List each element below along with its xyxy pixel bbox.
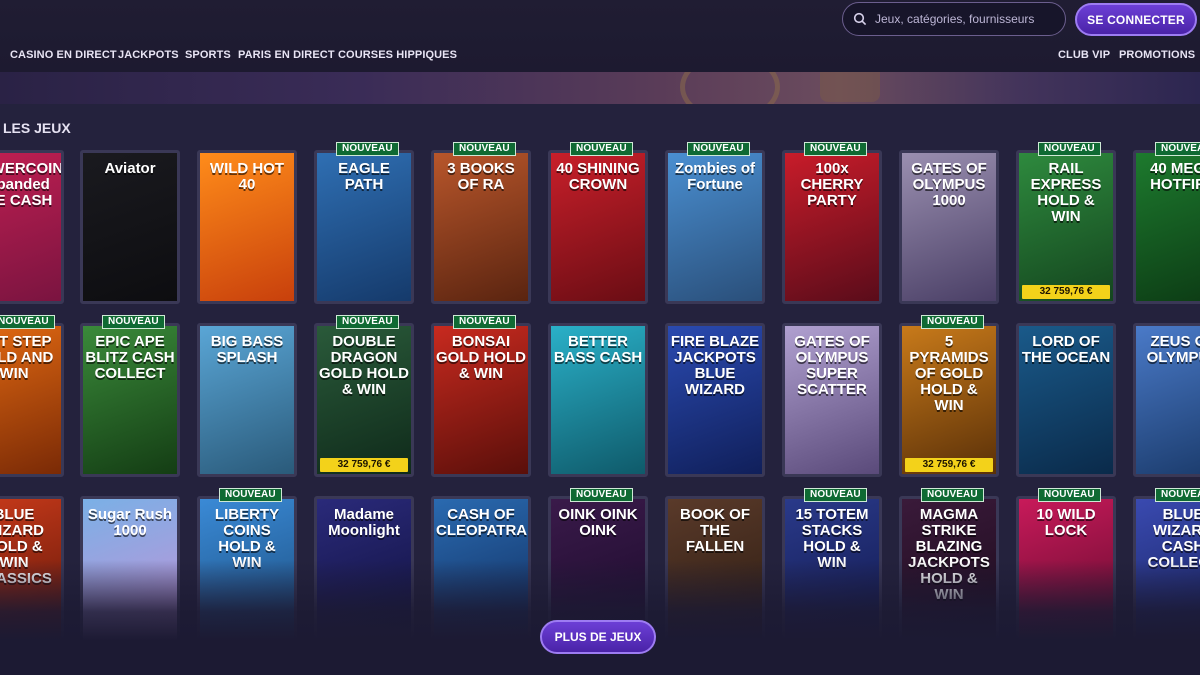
game-tile[interactable]: LORD OF THE OCEAN xyxy=(1016,323,1116,477)
game-tile[interactable]: POWERCOINS Expanded THE CASH xyxy=(0,150,64,304)
new-badge: NOUVEAU xyxy=(921,488,984,502)
new-badge: NOUVEAU xyxy=(336,142,399,156)
top-header: SE CONNECTER CASINO EN DIRECT JACKPOTS S… xyxy=(0,0,1200,72)
game-title: 10 WILD LOCK xyxy=(1036,506,1096,539)
game-title: DOUBLE DRAGON GOLD HOLD & WIN xyxy=(319,333,409,398)
new-badge: NOUVEAU xyxy=(687,142,750,156)
game-title: 40 SHINING CROWN xyxy=(556,160,640,193)
new-badge: NOUVEAU xyxy=(336,315,399,329)
game-title: Madame Moonlight xyxy=(328,506,400,539)
new-badge: NOUVEAU xyxy=(804,488,867,502)
game-title: Zombies of Fortune xyxy=(674,160,755,193)
game-title: CASH OF CLEOPATRA xyxy=(436,506,528,539)
jackpot-amount: 32 759,76 € xyxy=(905,458,993,472)
game-tile[interactable]: BONSAI GOLD HOLD & WIN xyxy=(431,323,531,477)
game-title: GATES OF OLYMPUS SUPER SCATTER xyxy=(794,333,870,398)
game-title: BOOK OF THE FALLEN xyxy=(680,506,750,555)
search-box[interactable] xyxy=(842,2,1066,36)
game-tile[interactable]: 40 SHINING CROWN xyxy=(548,150,648,304)
new-badge: NOUVEAU xyxy=(102,315,165,329)
game-title: Sugar Rush 1000 xyxy=(87,506,173,539)
nav-live-casino[interactable]: CASINO EN DIRECT xyxy=(10,49,117,61)
new-badge: NOUVEAU xyxy=(219,488,282,502)
game-title: WILD HOT 40 xyxy=(209,160,285,193)
new-badge: NOUVEAU xyxy=(1155,142,1200,156)
nav-sports[interactable]: SPORTS xyxy=(185,49,231,61)
game-tile[interactable]: RAIL EXPRESS HOLD & WIN 32 759,76 € xyxy=(1016,150,1116,304)
new-badge: NOUVEAU xyxy=(921,315,984,329)
search-input[interactable] xyxy=(873,11,1057,27)
game-tile[interactable]: 3 BOOKS OF RA xyxy=(431,150,531,304)
game-title: Aviator xyxy=(104,160,156,177)
search-icon xyxy=(853,12,867,26)
game-tile[interactable]: GATES OF OLYMPUS SUPER SCATTER xyxy=(782,323,882,477)
nav-live-betting[interactable]: PARIS EN DIRECT xyxy=(238,49,335,61)
game-title: BONSAI GOLD HOLD & WIN xyxy=(436,333,526,382)
game-title: 5 PYRAMIDS OF GOLD HOLD & WIN xyxy=(909,333,989,414)
new-badge: NOUVEAU xyxy=(570,488,633,502)
new-badge: NOUVEAU xyxy=(570,142,633,156)
game-title: EPIC APE BLITZ CASH COLLECT xyxy=(85,333,175,382)
game-tile[interactable]: EPIC APE BLITZ CASH COLLECT xyxy=(80,323,180,477)
new-badge: NOUVEAU xyxy=(804,142,867,156)
section-title: LES JEUX xyxy=(3,120,71,136)
new-badge: NOUVEAU xyxy=(1038,142,1101,156)
game-tile[interactable]: 100x CHERRY PARTY xyxy=(782,150,882,304)
game-title: LORD OF THE OCEAN xyxy=(1021,333,1111,366)
nav-promotions[interactable]: PROMOTIONS xyxy=(1119,49,1195,61)
game-tile[interactable]: EAGLE PATH xyxy=(314,150,414,304)
nav-horse-racing[interactable]: COURSES HIPPIQUES xyxy=(338,49,457,61)
nav-vip-club[interactable]: CLUB VIP xyxy=(1058,49,1110,61)
new-badge: NOUVEAU xyxy=(453,142,516,156)
game-tile[interactable]: WILD HOT 40 xyxy=(197,150,297,304)
game-title: 100x CHERRY PARTY xyxy=(800,160,864,209)
jackpot-amount: 32 759,76 € xyxy=(1022,285,1110,299)
nav-jackpots[interactable]: JACKPOTS xyxy=(118,49,179,61)
banner-chest-decoration xyxy=(820,72,880,102)
game-title: EAGLE PATH xyxy=(338,160,390,193)
bottom-fade-overlay xyxy=(0,560,1200,675)
game-title: FIRE BLAZE JACKPOTS BLUE WIZARD xyxy=(670,333,760,398)
game-title: BIG BASS SPLASH xyxy=(210,333,284,366)
jackpot-amount: 32 759,76 € xyxy=(320,458,408,472)
new-badge: NOUVEAU xyxy=(1155,488,1200,502)
game-title: POWERCOINS Expanded THE CASH xyxy=(0,160,64,209)
game-title: RAIL EXPRESS HOLD & WIN xyxy=(1030,160,1102,225)
game-tile[interactable]: FIRE BLAZE JACKPOTS BLUE WIZARD xyxy=(665,323,765,477)
game-title: 3 BOOKS OF RA xyxy=(447,160,515,193)
game-tile[interactable]: BETTER BASS CASH xyxy=(548,323,648,477)
banner-wheel-decoration xyxy=(680,72,780,104)
game-title: BETTER BASS CASH xyxy=(553,333,643,366)
more-games-button[interactable]: PLUS DE JEUX xyxy=(540,620,656,654)
login-button[interactable]: SE CONNECTER xyxy=(1075,3,1197,36)
game-tile[interactable]: BIG BASS SPLASH xyxy=(197,323,297,477)
game-tile[interactable]: ZEUS OF OLYMPUS xyxy=(1133,323,1200,477)
game-title: GATES OF OLYMPUS 1000 xyxy=(911,160,987,209)
game-tile[interactable]: HOT STEP HOLD AND WIN xyxy=(0,323,64,477)
game-title: HOT STEP HOLD AND WIN xyxy=(0,333,54,382)
promo-banner[interactable] xyxy=(0,72,1200,104)
game-tile[interactable]: Aviator xyxy=(80,150,180,304)
game-tile[interactable]: DOUBLE DRAGON GOLD HOLD & WIN 32 759,76 € xyxy=(314,323,414,477)
game-tile[interactable]: 5 PYRAMIDS OF GOLD HOLD & WIN 32 759,76 € xyxy=(899,323,999,477)
new-badge: NOUVEAU xyxy=(453,315,516,329)
new-badge: NOUVEAU xyxy=(0,315,55,329)
game-title: ZEUS OF OLYMPUS xyxy=(1146,333,1200,366)
game-title: OINK OINK OINK xyxy=(558,506,638,539)
new-badge: NOUVEAU xyxy=(1038,488,1101,502)
game-tile[interactable]: 40 MEGA HOTFIRE xyxy=(1133,150,1200,304)
game-tile[interactable]: Zombies of Fortune xyxy=(665,150,765,304)
game-tile[interactable]: GATES OF OLYMPUS 1000 xyxy=(899,150,999,304)
game-title: 40 MEGA HOTFIRE xyxy=(1150,160,1200,193)
